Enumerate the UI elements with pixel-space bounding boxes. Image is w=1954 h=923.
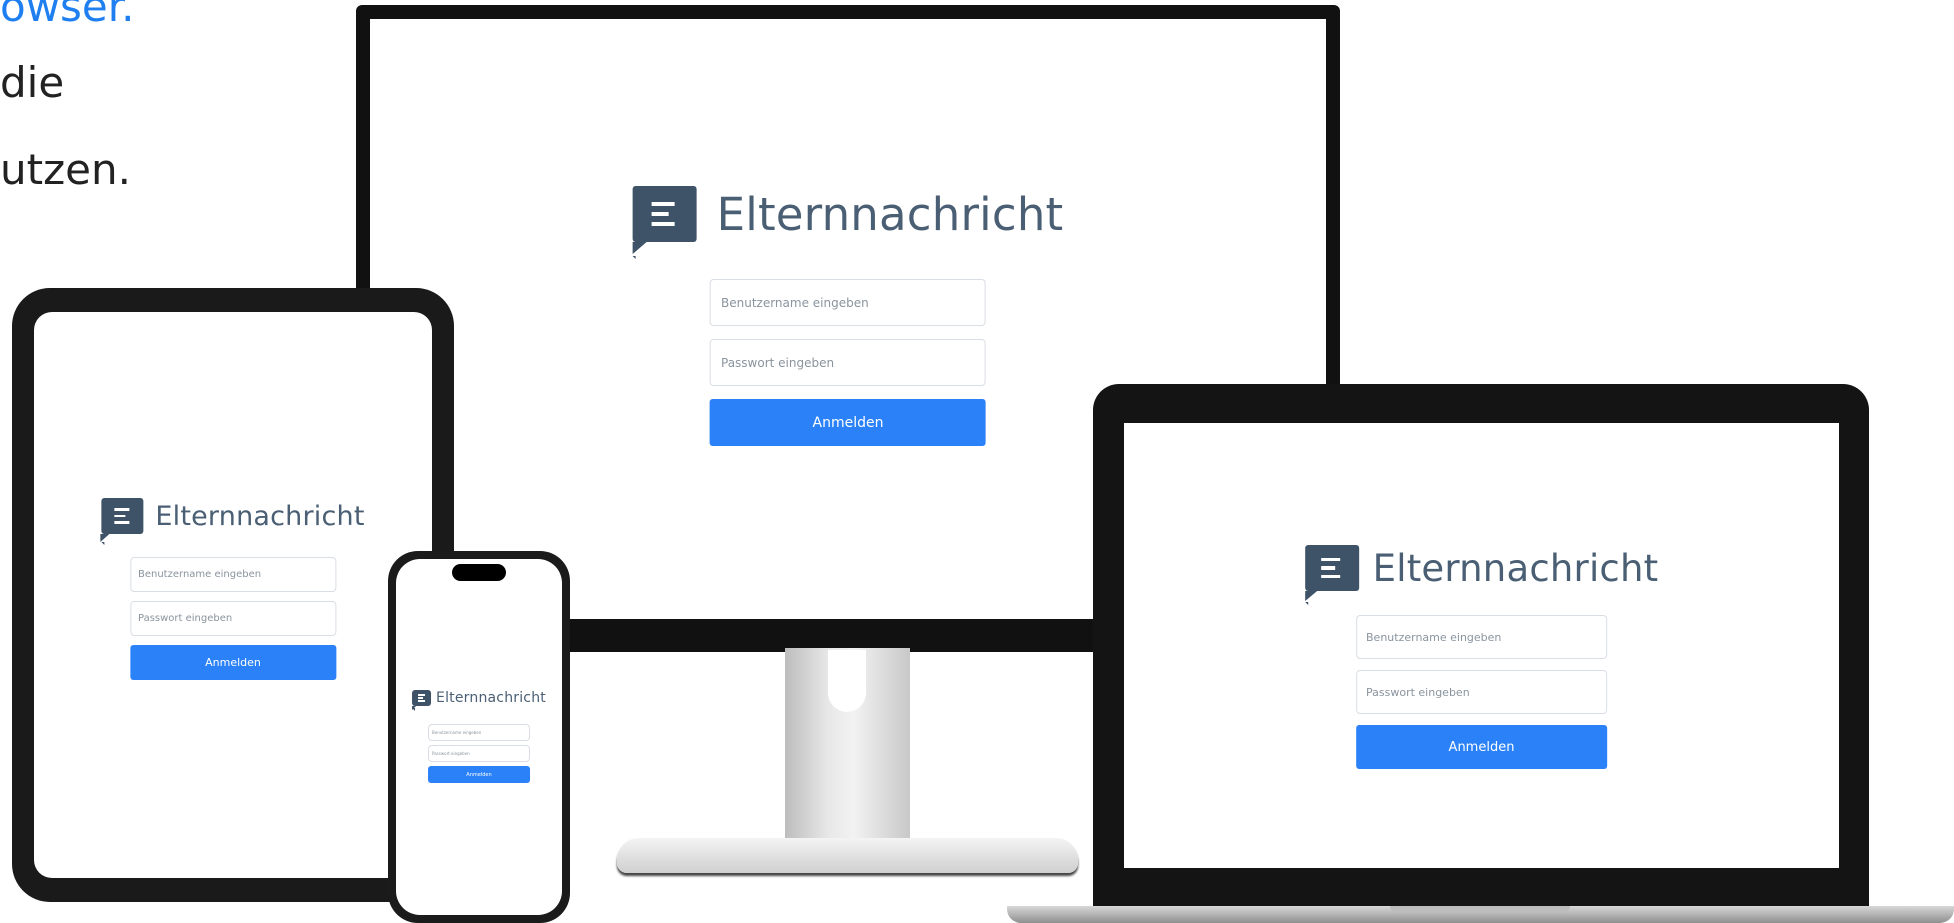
tablet-screen: Elternnachricht Benutzername eingeben Pa…	[34, 312, 432, 878]
login-form: Elternnachricht Benutzername eingeben Pa…	[412, 690, 546, 783]
message-bubble-icon	[632, 186, 697, 259]
username-input[interactable]: Benutzername eingeben	[1356, 615, 1607, 659]
login-button[interactable]: Anmelden	[427, 766, 530, 783]
login-form: Elternnachricht Benutzername eingeben Pa…	[1304, 545, 1659, 769]
password-input[interactable]: Passwort eingeben	[427, 745, 530, 762]
monitor-stand-slot	[828, 650, 866, 712]
laptop-notch	[1390, 906, 1570, 913]
phone-screen: Elternnachricht Benutzername eingeben Pa…	[396, 559, 562, 915]
username-input[interactable]: Benutzername eingeben	[427, 724, 530, 741]
username-input[interactable]: Benutzername eingeben	[129, 557, 336, 592]
password-input[interactable]: Passwort eingeben	[1356, 670, 1607, 714]
brand-name: Elternnachricht	[1372, 546, 1659, 590]
phone-dynamic-island	[452, 564, 506, 581]
login-button[interactable]: Anmelden	[709, 399, 986, 446]
brand: Elternnachricht	[632, 186, 1064, 259]
brand-name: Elternnachricht	[155, 500, 365, 532]
brand-name: Elternnachricht	[436, 690, 546, 706]
brand: Elternnachricht	[412, 690, 546, 711]
headline-text-line3: utzen.	[0, 145, 131, 194]
username-input[interactable]: Benutzername eingeben	[709, 279, 986, 326]
login-form: Elternnachricht Benutzername eingeben Pa…	[100, 498, 365, 680]
password-input[interactable]: Passwort eingeben	[709, 339, 986, 386]
login-button[interactable]: Anmelden	[129, 645, 336, 680]
laptop-screen: Elternnachricht Benutzername eingeben Pa…	[1124, 423, 1839, 868]
brand: Elternnachricht	[100, 498, 365, 545]
message-bubble-icon	[412, 690, 432, 711]
monitor-base	[617, 838, 1078, 873]
message-bubble-icon	[1304, 545, 1359, 605]
login-form: Elternnachricht Benutzername eingeben Pa…	[632, 186, 1064, 446]
headline-text-line2: die	[0, 58, 65, 107]
login-button[interactable]: Anmelden	[1356, 725, 1607, 769]
password-input[interactable]: Passwort eingeben	[129, 601, 336, 636]
brand-name: Elternnachricht	[716, 187, 1064, 241]
message-bubble-icon	[100, 498, 144, 545]
brand: Elternnachricht	[1304, 545, 1659, 605]
headline-link-text: owser.	[0, 0, 135, 31]
